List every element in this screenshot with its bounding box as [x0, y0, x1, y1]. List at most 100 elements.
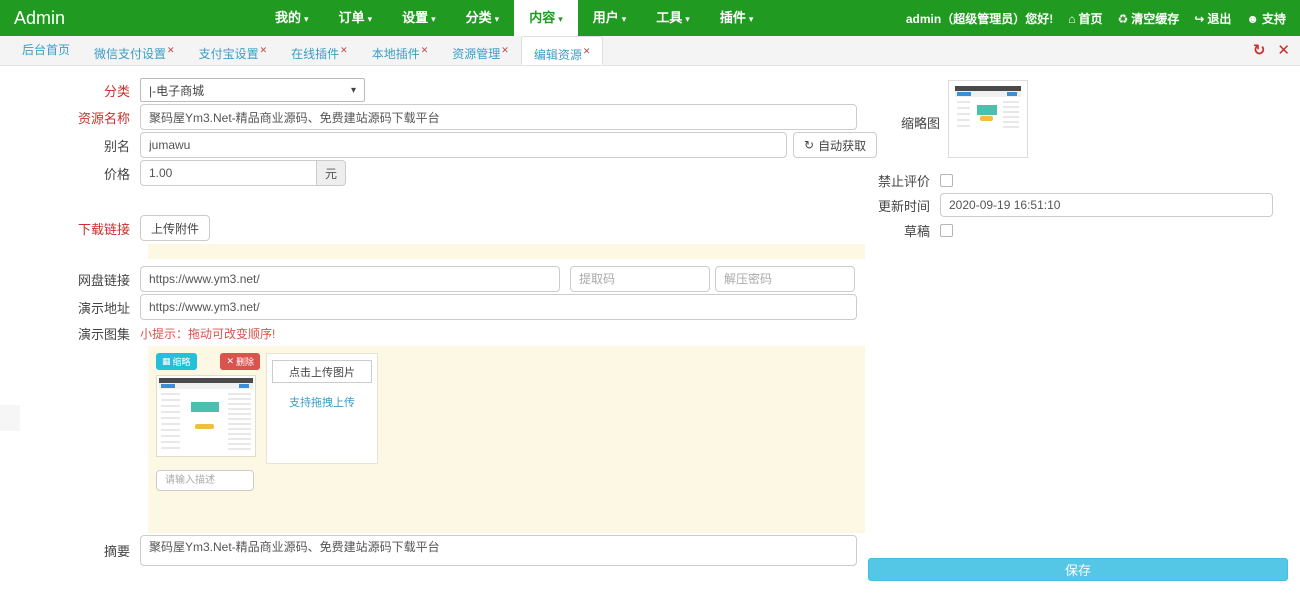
update-time-input[interactable]	[940, 193, 1273, 217]
unzip-password-input[interactable]	[715, 266, 855, 292]
tab-bar: 后台首页 微信支付设置✕ 支付宝设置✕ 在线插件✕ 本地插件✕ 资源管理✕ 编辑…	[0, 36, 1300, 66]
chevron-down-icon: ▾	[431, 14, 436, 24]
upload-image-button[interactable]: 点击上传图片	[272, 360, 372, 383]
price-input[interactable]	[140, 160, 317, 186]
thumbnail-label: 缩略图	[820, 113, 940, 132]
no-comment-label: 禁止评价	[820, 171, 940, 190]
support-link[interactable]: ☻支持	[1246, 10, 1286, 27]
resource-name-label: 资源名称	[0, 108, 140, 127]
chevron-down-icon: ▾	[495, 14, 500, 24]
gallery-image-card: ▦缩略 ✕删除	[156, 353, 260, 491]
thumbnail-preview	[955, 86, 1021, 132]
set-thumbnail-button[interactable]: ▦缩略	[156, 353, 197, 370]
chevron-down-icon: ▾	[749, 14, 754, 24]
extract-code-input[interactable]	[570, 266, 710, 292]
category-row: 分类 |-电子商城 ▾	[0, 78, 365, 102]
draft-label: 草稿	[820, 221, 940, 240]
download-link-label: 下载链接	[0, 219, 140, 238]
brand-logo: Admin	[0, 0, 150, 36]
price-unit: 元	[317, 160, 346, 186]
no-comment-checkbox[interactable]	[940, 174, 953, 187]
gallery-image[interactable]	[156, 375, 256, 457]
close-icon[interactable]: ✕	[167, 45, 175, 55]
tab-alipay[interactable]: 支付宝设置✕	[187, 36, 280, 65]
user-icon: ☻	[1246, 12, 1259, 26]
user-greeting: admin（超级管理员）您好!	[906, 10, 1053, 27]
refresh-icon[interactable]: ↻	[1253, 41, 1266, 59]
menu-item-categories[interactable]: 分类▾	[451, 0, 515, 36]
edge-artifact	[0, 405, 20, 431]
drag-upload-hint: 支持拖拽上传	[267, 394, 377, 410]
main-menu: 我的▾ 订单▾ 设置▾ 分类▾ 内容▾ 用户▾ 工具▾ 插件▾	[260, 0, 768, 36]
image-description-input[interactable]	[156, 470, 254, 491]
resource-name-row: 资源名称	[0, 104, 857, 130]
tab-dashboard[interactable]: 后台首页	[10, 36, 82, 65]
menu-item-tools[interactable]: 工具▾	[641, 0, 705, 36]
chevron-down-icon: ▾	[622, 14, 627, 24]
chevron-down-icon: ▾	[685, 14, 690, 24]
tab-resource-manage[interactable]: 资源管理✕	[440, 36, 521, 65]
menu-item-orders[interactable]: 订单▾	[324, 0, 388, 36]
delete-image-button[interactable]: ✕删除	[220, 353, 260, 370]
gallery-tip-row: 演示图集 小提示：拖动可改变顺序!	[0, 324, 275, 343]
resource-name-input[interactable]	[140, 104, 857, 130]
close-icon[interactable]: ✕	[501, 45, 509, 55]
navbar-right: admin（超级管理员）您好! ⌂首页 ♻清空缓存 ↪退出 ☻支持	[906, 0, 1300, 36]
price-row: 价格 元	[0, 160, 346, 186]
alias-input[interactable]	[140, 132, 787, 158]
draft-checkbox[interactable]	[940, 224, 953, 237]
price-label: 价格	[0, 164, 140, 183]
menu-item-content[interactable]: 内容▾	[514, 0, 578, 36]
close-icon: ✕	[226, 356, 234, 367]
netdisk-row: 网盘链接	[0, 266, 855, 292]
category-label: 分类	[0, 81, 140, 100]
menu-item-plugins[interactable]: 插件▾	[705, 0, 769, 36]
logout-link[interactable]: ↪退出	[1194, 10, 1231, 27]
logout-icon: ↪	[1194, 12, 1204, 26]
netdisk-label: 网盘链接	[0, 270, 140, 289]
tab-online-plugins[interactable]: 在线插件✕	[279, 36, 360, 65]
home-icon: ⌂	[1068, 12, 1075, 26]
category-select[interactable]: |-电子商城 ▾	[140, 78, 365, 102]
summary-row: 摘要 聚码屋Ym3.Net-精品商业源码、免费建站源码下载平台	[0, 535, 857, 566]
gallery-area: ▦缩略 ✕删除 点击上传图片 支持拖拽上传	[148, 346, 865, 533]
trash-icon: ♻	[1117, 12, 1128, 26]
gallery-label: 演示图集	[0, 324, 140, 343]
chevron-down-icon: ▾	[368, 14, 373, 24]
menu-item-mine[interactable]: 我的▾	[260, 0, 324, 36]
upload-attachment-button[interactable]: 上传附件	[140, 215, 210, 241]
upload-card: 点击上传图片 支持拖拽上传	[266, 353, 378, 464]
image-icon: ▦	[162, 356, 171, 367]
netdisk-url-input[interactable]	[140, 266, 560, 292]
tab-edit-resource[interactable]: 编辑资源✕	[521, 36, 604, 65]
demo-url-row: 演示地址	[0, 294, 857, 320]
summary-label: 摘要	[0, 535, 140, 560]
auto-fetch-button[interactable]: ↻ 自动获取	[793, 132, 877, 158]
refresh-icon: ↻	[804, 138, 814, 152]
demo-url-input[interactable]	[140, 294, 857, 320]
chevron-down-icon: ▾	[558, 14, 563, 24]
close-icon[interactable]: ✕	[340, 45, 348, 55]
top-navbar: Admin 我的▾ 订单▾ 设置▾ 分类▾ 内容▾ 用户▾ 工具▾ 插件▾ ad…	[0, 0, 1300, 36]
chevron-down-icon: ▾	[304, 14, 309, 24]
menu-item-users[interactable]: 用户▾	[578, 0, 642, 36]
thumbnail-card[interactable]	[948, 80, 1028, 158]
alias-row: 别名 ↻ 自动获取	[0, 132, 877, 158]
gallery-card-buttons: ▦缩略 ✕删除	[156, 353, 260, 370]
no-comment-row: 禁止评价	[820, 171, 953, 190]
clear-cache-link[interactable]: ♻清空缓存	[1117, 10, 1179, 27]
update-time-row: 更新时间	[820, 193, 1273, 217]
close-icon[interactable]: ✕	[260, 45, 268, 55]
demo-url-label: 演示地址	[0, 298, 140, 317]
close-icon[interactable]: ✕	[421, 45, 429, 55]
save-button[interactable]: 保存	[868, 558, 1288, 581]
close-all-icon[interactable]: ✕	[1277, 41, 1290, 59]
home-link[interactable]: ⌂首页	[1068, 10, 1102, 27]
close-icon[interactable]: ✕	[583, 46, 591, 56]
summary-textarea[interactable]: 聚码屋Ym3.Net-精品商业源码、免费建站源码下载平台	[140, 535, 857, 566]
menu-item-settings[interactable]: 设置▾	[387, 0, 451, 36]
tab-local-plugins[interactable]: 本地插件✕	[360, 36, 441, 65]
chevron-down-icon: ▾	[351, 85, 356, 96]
update-time-label: 更新时间	[820, 196, 940, 215]
tab-wechat-pay[interactable]: 微信支付设置✕	[82, 36, 187, 65]
